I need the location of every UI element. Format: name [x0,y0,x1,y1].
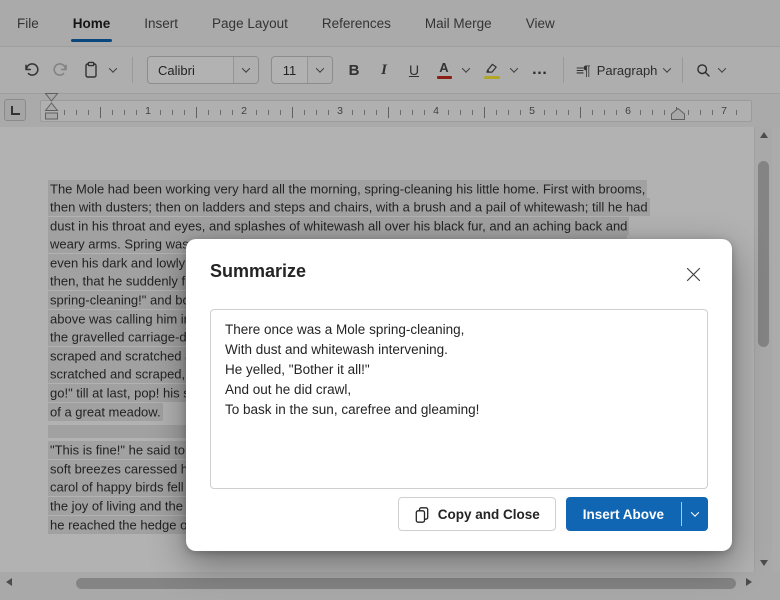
dialog-actions: Copy and Close Insert Above [397,497,708,531]
close-icon [686,267,700,281]
copy-and-close-label: Copy and Close [437,506,540,522]
copy-icon [415,506,429,523]
insert-above-button[interactable]: Insert Above [566,497,681,531]
copy-and-close-button[interactable]: Copy and Close [397,497,556,531]
dialog-title: Summarize [210,261,307,281]
summary-text-area[interactable]: There once was a Mole spring-cleaning, W… [210,309,708,489]
word-editor-window: File Home Insert Page Layout References Mail … [0,0,780,600]
close-button[interactable] [682,263,704,285]
insert-above-dropdown[interactable] [682,497,708,531]
insert-above-label: Insert Above [582,506,664,522]
insert-above-split-button: Insert Above [565,497,708,531]
summarize-dialog: Summarize There once was a Mole spring-c… [186,239,732,551]
chevron-down-icon [690,508,700,517]
